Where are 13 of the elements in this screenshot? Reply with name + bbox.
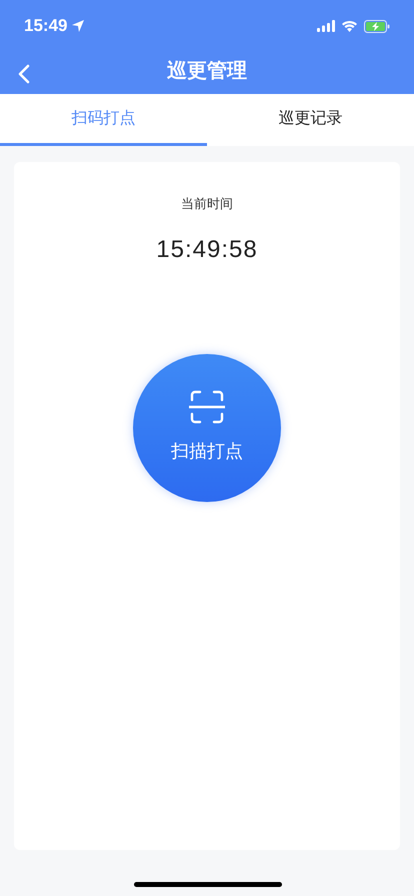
current-time: 15:49:58 xyxy=(156,234,258,264)
current-time-label: 当前时间 xyxy=(181,195,233,213)
page-title: 巡更管理 xyxy=(167,59,247,84)
wifi-icon xyxy=(341,20,358,32)
tab[interactable]: 巡更记录 xyxy=(207,94,414,146)
scan-button[interactable]: 扫描打点 xyxy=(133,354,281,502)
status-time: 15:49 xyxy=(24,15,68,38)
signal-icon xyxy=(317,20,335,32)
tab[interactable]: 扫码打点 xyxy=(0,94,207,146)
battery-charging-icon xyxy=(364,20,390,32)
scan-icon xyxy=(189,390,225,424)
chevron-left-icon xyxy=(18,64,30,84)
location-arrow-icon xyxy=(71,19,86,33)
